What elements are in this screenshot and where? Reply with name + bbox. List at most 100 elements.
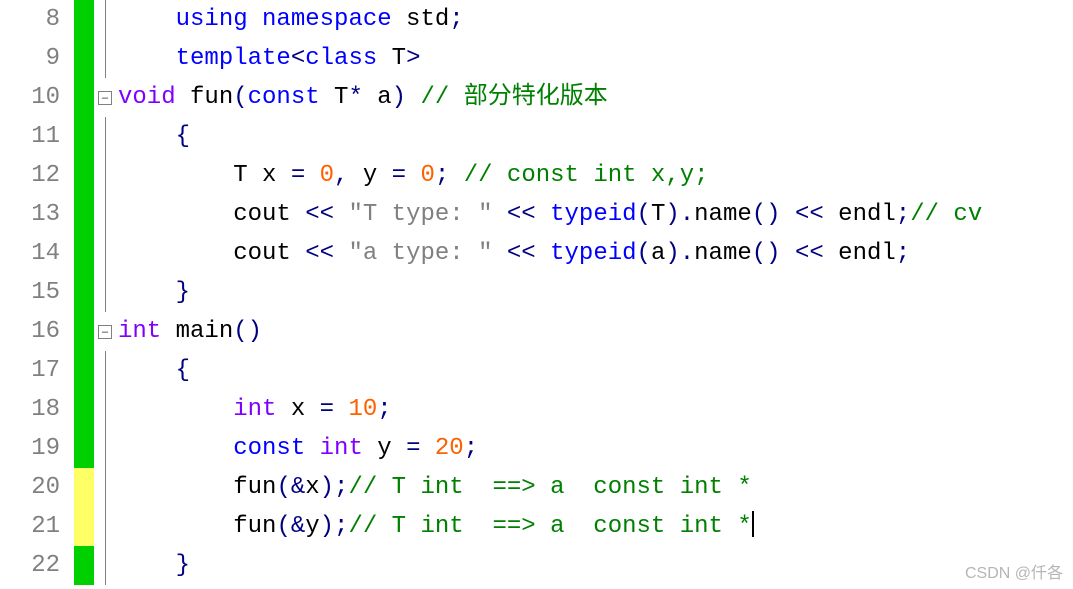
- token-ident: [536, 201, 550, 228]
- token-kw: typeid: [550, 201, 636, 228]
- token-ident: cout: [233, 201, 305, 228]
- token-num: 20: [435, 435, 464, 462]
- code-content[interactable]: fun(&y);// T int ==> a const int *: [116, 507, 754, 546]
- line-number: 13: [0, 195, 74, 234]
- change-marker: [74, 0, 94, 39]
- token-op: =: [320, 396, 334, 423]
- token-op: {: [176, 357, 190, 384]
- token-ident: y: [305, 513, 319, 540]
- token-op: ;: [464, 435, 478, 462]
- code-editor[interactable]: 8 using namespace std;9 template<class T…: [0, 0, 1073, 585]
- token-kw: const: [233, 435, 305, 462]
- token-ident: a: [363, 84, 392, 111]
- token-ident: [406, 162, 420, 189]
- change-marker: [74, 507, 94, 546]
- code-content[interactable]: }: [116, 546, 190, 585]
- code-content[interactable]: const int y = 20;: [116, 429, 478, 468]
- change-marker: [74, 78, 94, 117]
- change-marker: [74, 273, 94, 312]
- code-line[interactable]: 10−void fun(const T* a) // 部分特化版本: [0, 78, 1073, 117]
- token-op: ;: [377, 396, 391, 423]
- token-op: }: [176, 552, 190, 579]
- token-str: "a type: ": [348, 240, 492, 267]
- token-op: (): [233, 318, 262, 345]
- code-line[interactable]: 16−int main(): [0, 312, 1073, 351]
- token-op: () <<: [752, 201, 824, 228]
- code-content[interactable]: }: [116, 273, 190, 312]
- token-ident: y: [348, 162, 391, 189]
- code-line[interactable]: 15 }: [0, 273, 1073, 312]
- token-ident: fun: [233, 513, 276, 540]
- code-content[interactable]: int x = 10;: [116, 390, 392, 429]
- code-content[interactable]: void fun(const T* a) // 部分特化版本: [116, 78, 608, 117]
- fold-guide: [94, 507, 116, 546]
- token-op: <<: [507, 201, 536, 228]
- token-op: ;: [435, 162, 464, 189]
- token-type: int: [118, 318, 161, 345]
- code-line[interactable]: 8 using namespace std;: [0, 0, 1073, 39]
- token-op: () <<: [752, 240, 824, 267]
- line-number: 17: [0, 351, 74, 390]
- code-content[interactable]: {: [116, 351, 190, 390]
- change-marker: [74, 468, 94, 507]
- line-number: 18: [0, 390, 74, 429]
- line-number: 22: [0, 546, 74, 585]
- token-num: 10: [348, 396, 377, 423]
- code-line[interactable]: 19 const int y = 20;: [0, 429, 1073, 468]
- token-kw: typeid: [550, 240, 636, 267]
- token-ident: T x: [233, 162, 291, 189]
- line-number: 8: [0, 0, 74, 39]
- code-line[interactable]: 14 cout << "a type: " << typeid(a).name(…: [0, 234, 1073, 273]
- fold-guide: [94, 429, 116, 468]
- code-content[interactable]: fun(&x);// T int ==> a const int *: [116, 468, 752, 507]
- token-kw: using: [176, 6, 248, 33]
- fold-guide: [94, 0, 116, 39]
- fold-toggle-icon[interactable]: −: [94, 78, 116, 117]
- code-content[interactable]: cout << "T type: " << typeid(T).name() <…: [116, 195, 982, 234]
- code-content[interactable]: template<class T>: [116, 39, 420, 78]
- code-line[interactable]: 11 {: [0, 117, 1073, 156]
- code-line[interactable]: 9 template<class T>: [0, 39, 1073, 78]
- token-str: "T type: ": [348, 201, 492, 228]
- token-kw: const: [248, 84, 320, 111]
- code-line[interactable]: 13 cout << "T type: " << typeid(T).name(…: [0, 195, 1073, 234]
- change-marker: [74, 39, 94, 78]
- token-ident: [492, 201, 506, 228]
- token-ident: endl: [824, 201, 896, 228]
- token-num: 0: [320, 162, 334, 189]
- fold-guide: [94, 468, 116, 507]
- code-line[interactable]: 12 T x = 0, y = 0; // const int x,y;: [0, 156, 1073, 195]
- token-op: (: [637, 201, 651, 228]
- code-line[interactable]: 22 }: [0, 546, 1073, 585]
- code-content[interactable]: T x = 0, y = 0; // const int x,y;: [116, 156, 709, 195]
- token-op: <<: [507, 240, 536, 267]
- line-number: 15: [0, 273, 74, 312]
- fold-toggle-icon[interactable]: −: [94, 312, 116, 351]
- line-number: 9: [0, 39, 74, 78]
- code-line[interactable]: 17 {: [0, 351, 1073, 390]
- token-ident: T: [651, 201, 665, 228]
- code-line[interactable]: 18 int x = 10;: [0, 390, 1073, 429]
- code-content[interactable]: {: [116, 117, 190, 156]
- fold-guide: [94, 351, 116, 390]
- token-type: int: [320, 435, 363, 462]
- token-ident: a: [651, 240, 665, 267]
- code-content[interactable]: int main(): [116, 312, 262, 351]
- token-ident: name: [694, 201, 752, 228]
- token-ident: [334, 201, 348, 228]
- token-op: (: [637, 240, 651, 267]
- code-content[interactable]: cout << "a type: " << typeid(a).name() <…: [116, 234, 910, 273]
- change-marker: [74, 117, 94, 156]
- change-marker: [74, 390, 94, 429]
- fold-guide: [94, 390, 116, 429]
- code-line[interactable]: 21 fun(&y);// T int ==> a const int *: [0, 507, 1073, 546]
- fold-guide: [94, 39, 116, 78]
- token-ident: cout: [233, 240, 305, 267]
- line-number: 16: [0, 312, 74, 351]
- code-line[interactable]: 20 fun(&x);// T int ==> a const int *: [0, 468, 1073, 507]
- code-content[interactable]: using namespace std;: [116, 0, 464, 39]
- token-kw: class: [305, 45, 377, 72]
- token-op: *: [348, 84, 362, 111]
- token-op: (: [233, 84, 247, 111]
- line-number: 10: [0, 78, 74, 117]
